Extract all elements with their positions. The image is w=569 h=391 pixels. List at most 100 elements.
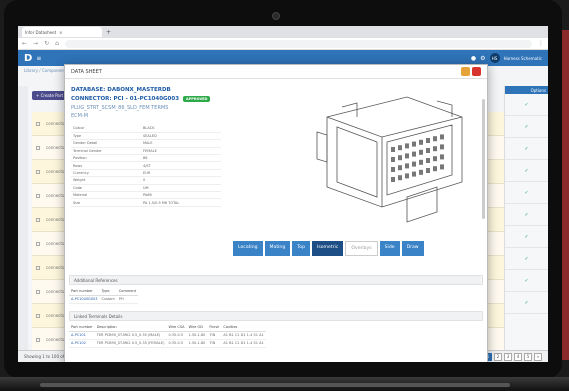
- page-button[interactable]: 5: [524, 352, 532, 361]
- connector-pin: [398, 145, 402, 151]
- view-button-draw[interactable]: Draw: [401, 241, 424, 256]
- notification-icon[interactable]: ●: [471, 55, 476, 62]
- attribute-key: Material: [71, 191, 141, 200]
- connector-pin: [391, 177, 395, 182]
- connector-pin: [426, 158, 430, 163]
- attribute-row: Type SEALED: [71, 132, 221, 141]
- table-cell: 0.35-0.5: [166, 339, 187, 348]
- attribute-row: Weight 0: [71, 176, 221, 185]
- table-cell: A1 B1 C1 D1 1-4 S1 A1: [221, 331, 266, 340]
- column-header[interactable]: Part number: [69, 287, 100, 296]
- column-header[interactable]: Cavities: [221, 323, 266, 332]
- attribute-key: Colour: [71, 125, 141, 133]
- app-logo[interactable]: D: [24, 53, 32, 64]
- connector-pin: [405, 143, 409, 149]
- attribute-row: Colour BLACK: [71, 125, 221, 133]
- close-icon[interactable]: [472, 67, 481, 76]
- row-checkbox[interactable]: [36, 241, 40, 246]
- row-checkbox[interactable]: [36, 265, 40, 270]
- connector-label-row: CONNECTOR: PCI - 01-PC1040G003 APPROVED: [71, 96, 211, 102]
- new-tab-icon[interactable]: +: [106, 29, 111, 36]
- attribute-key: Gender Detail: [71, 139, 141, 148]
- reload-icon[interactable]: ↻: [44, 40, 49, 47]
- view-button-isometric[interactable]: Isometric: [312, 241, 344, 256]
- dialog-scrollbar[interactable]: [482, 99, 485, 219]
- next-page-button[interactable]: »: [534, 352, 542, 361]
- connector-pin: [391, 157, 395, 162]
- row-checkbox[interactable]: [36, 289, 40, 294]
- table-cell[interactable]: A-PC1040G003: [69, 295, 100, 304]
- view-button-side[interactable]: Side: [379, 241, 400, 256]
- attribute-value: UM: [141, 184, 221, 193]
- table-cell: PH: [116, 295, 139, 304]
- row-checkbox[interactable]: [36, 121, 40, 126]
- column-header[interactable]: Wire CSA: [166, 323, 187, 332]
- additional-references-table: Part number Type Comment A-PC1040G003 Custom…: [69, 287, 139, 304]
- view-button-overlays[interactable]: Overlays: [345, 241, 378, 256]
- table-cell: TER PCB90_ST-MK2 0.5_0.35 (FEMALE): [94, 339, 167, 348]
- hamburger-icon[interactable]: ≡: [36, 55, 41, 62]
- table-cell[interactable]: A-PC101: [69, 331, 95, 340]
- menu-icon[interactable]: ⋮: [538, 40, 544, 47]
- connector-pin: [419, 139, 423, 145]
- attribute-value: EUR: [141, 169, 221, 178]
- attribute-value: 86: [141, 154, 221, 163]
- page-button[interactable]: 4: [514, 352, 522, 361]
- attribute-key: Weight: [71, 176, 141, 185]
- row-checkbox[interactable]: [36, 145, 40, 150]
- table-cell: TIN: [207, 339, 222, 348]
- attribute-value: SEALED: [141, 132, 221, 141]
- column-header[interactable]: Wire OD: [186, 323, 208, 332]
- browser-tab[interactable]: Infor Datasheet ×: [22, 27, 102, 37]
- view-button-locating[interactable]: Locating: [233, 241, 263, 256]
- check-icon: ✓: [505, 138, 548, 160]
- column-header[interactable]: Finish: [207, 323, 222, 332]
- create-part-button[interactable]: + Create Part: [32, 90, 68, 100]
- url-input[interactable]: [64, 39, 532, 48]
- check-icon: ✓: [505, 182, 548, 204]
- options-button[interactable]: Options: [505, 86, 548, 94]
- avatar[interactable]: HS: [489, 53, 500, 63]
- left-nav: [18, 86, 28, 350]
- attribute-value: PA66: [141, 191, 221, 200]
- row-checkbox[interactable]: [36, 169, 40, 174]
- connector-pin: [391, 167, 395, 172]
- view-button-top[interactable]: Top: [292, 241, 310, 256]
- column-header[interactable]: Type: [99, 287, 117, 296]
- connector-pin: [412, 141, 416, 147]
- laptop-base: [0, 377, 569, 391]
- page-button[interactable]: 2: [494, 352, 502, 361]
- linked-terminals-header: Linked Terminals Details: [69, 311, 483, 321]
- settings-icon[interactable]: ⚙: [480, 55, 485, 62]
- print-icon[interactable]: [461, 67, 470, 76]
- right-panel: Options ✓ ✓ ✓ ✓ ✓ ✓ ✓ ✓ ✓ ✓: [504, 86, 548, 350]
- column-header[interactable]: Description: [94, 323, 167, 332]
- table-cell[interactable]: A-PC102: [69, 339, 95, 348]
- tab-close-icon[interactable]: ×: [59, 30, 62, 35]
- page-button[interactable]: 3: [504, 352, 512, 361]
- forward-icon[interactable]: →: [33, 40, 38, 47]
- status-badge: APPROVED: [183, 96, 211, 102]
- table-header-row: Part number Type Comment: [69, 287, 139, 296]
- column-header[interactable]: Comment: [116, 287, 139, 296]
- toolbar: + Create Part: [32, 88, 68, 102]
- attribute-key: Rows: [71, 161, 141, 170]
- row-checkbox[interactable]: [36, 217, 40, 222]
- row-checkbox[interactable]: [36, 193, 40, 198]
- tab-title: Infor Datasheet: [25, 29, 57, 35]
- user-name[interactable]: Harness Schematic: [504, 56, 542, 61]
- connector-pin: [426, 168, 430, 173]
- attribute-key: Type: [71, 132, 141, 141]
- check-icon: ✓: [505, 292, 548, 314]
- back-icon[interactable]: ←: [22, 40, 27, 47]
- connector-pin: [405, 163, 409, 169]
- view-button-mating[interactable]: Mating: [264, 241, 291, 256]
- linked-terminals-table: Part number Description Wire CSA Wire OD Fin…: [69, 323, 266, 348]
- check-icon: ✓: [505, 226, 548, 248]
- dialog-body: DATABASE: DABONX_MASTERDB CONNECTOR: PCI…: [65, 79, 487, 362]
- connector-pin: [433, 136, 437, 142]
- column-header[interactable]: Part number: [69, 323, 95, 332]
- row-checkbox[interactable]: [36, 313, 40, 318]
- row-checkbox[interactable]: [36, 337, 40, 342]
- home-icon[interactable]: ⌂: [55, 40, 59, 47]
